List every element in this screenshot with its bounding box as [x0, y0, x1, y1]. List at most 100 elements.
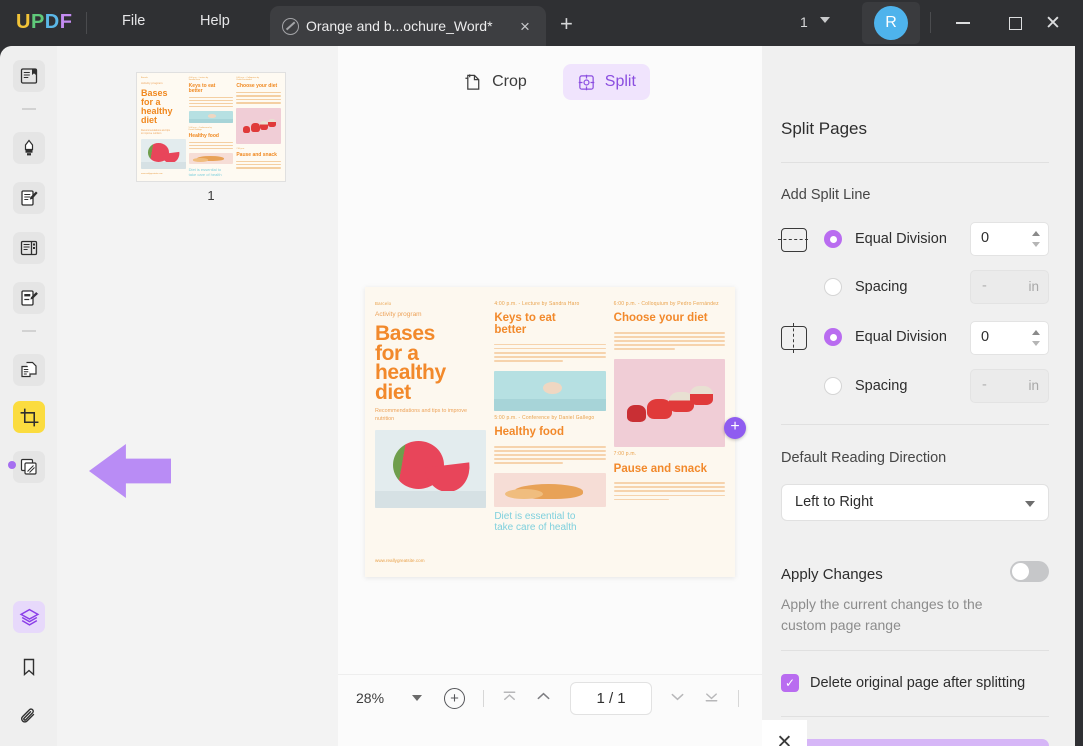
equal-division-label-vertical: Equal Division — [855, 329, 947, 345]
crop-split-toolbar: Crop Split — [338, 60, 762, 104]
next-page-button[interactable] — [669, 688, 686, 709]
equal-division-input-vertical[interactable]: 0 — [970, 321, 1049, 355]
avatar: R — [874, 6, 908, 40]
document-page[interactable]: Barcelo Activity program Bases for a hea… — [365, 287, 735, 577]
vertical-split-icon — [781, 326, 807, 350]
spacing-radio-vertical[interactable] — [824, 377, 842, 395]
sidebar-item-convert[interactable] — [13, 354, 45, 386]
brochure-subtitle: Activity program — [375, 311, 486, 319]
equal-division-value-vertical: 0 — [981, 329, 989, 345]
equal-division-row-horizontal[interactable]: Equal Division — [824, 230, 947, 248]
logo-letter-d: D — [45, 11, 60, 34]
spacing-input-horizontal[interactable]: - in — [970, 270, 1049, 304]
sidebar-item-edit-pdf[interactable] — [13, 182, 45, 214]
delete-original-checkbox[interactable]: ✓ — [781, 674, 799, 692]
add-horizontal-split-handle[interactable]: + — [724, 417, 746, 439]
stepper-up-icon-vertical[interactable] — [1032, 330, 1040, 335]
crop-button[interactable]: Crop — [450, 64, 541, 100]
zoom-level[interactable]: 28% — [356, 690, 384, 706]
sidebar-item-crop[interactable] — [13, 401, 45, 433]
split-action-button[interactable]: Split — [781, 739, 1049, 746]
sidebar-item-attachments[interactable] — [13, 701, 45, 733]
apply-changes-toggle[interactable] — [1010, 561, 1049, 582]
document-tab[interactable]: Orange and b...ochure_Word* × — [270, 6, 546, 46]
brochure-heading-keys-line-2: better — [494, 325, 605, 337]
sidebar-item-organize[interactable] — [13, 232, 45, 264]
chevron-down-icon[interactable] — [820, 17, 830, 23]
delete-original-row[interactable]: ✓ Delete original page after splitting — [781, 674, 1025, 692]
page-title: Split Pages — [781, 119, 867, 139]
close-split-panel-button[interactable]: ✕ — [762, 720, 807, 746]
minimize-icon — [956, 22, 970, 24]
logo-letter-f: F — [60, 11, 73, 34]
first-page-icon — [501, 688, 518, 705]
app-logo: U P D F — [16, 11, 72, 34]
reading-direction-select[interactable]: Left to Right — [781, 484, 1049, 521]
sidebar-item-fill-sign[interactable] — [13, 282, 45, 314]
document-tab-title: Orange and b...ochure_Word* — [306, 18, 516, 34]
menu-help[interactable]: Help — [200, 13, 230, 29]
previous-page-button[interactable] — [535, 688, 552, 709]
page-indicator[interactable]: 1 / 1 — [570, 682, 652, 715]
menu-file[interactable]: File — [122, 13, 145, 29]
last-page-button[interactable] — [703, 688, 720, 709]
spacing-input-vertical[interactable]: - in — [970, 369, 1049, 403]
spacing-unit-horizontal: in — [1028, 279, 1039, 294]
reading-direction-value: Left to Right — [795, 494, 873, 510]
close-window-button[interactable]: ✕ — [1038, 8, 1068, 38]
nav-divider-left — [483, 690, 484, 707]
equal-division-radio-horizontal[interactable] — [824, 230, 842, 248]
panel-divider-2 — [781, 424, 1049, 425]
sidebar-item-layers[interactable] — [13, 601, 45, 633]
thumbnail-preview: Barcelo Activity program Basesfor ahealt… — [137, 73, 285, 181]
spacing-radio-horizontal[interactable] — [824, 278, 842, 296]
close-icon[interactable]: × — [516, 18, 534, 35]
titlebar-divider — [86, 12, 87, 34]
brochure-title: Bases for a healthy diet — [375, 324, 486, 402]
first-page-button[interactable] — [501, 688, 518, 709]
equal-division-row-vertical[interactable]: Equal Division — [824, 328, 947, 346]
crop-icon — [19, 407, 40, 428]
edit-document-icon — [19, 188, 39, 208]
sidebar-item-annotate[interactable] — [13, 132, 45, 164]
stepper-down-icon-vertical[interactable] — [1032, 341, 1040, 346]
maximize-button[interactable] — [1000, 8, 1030, 38]
stepper-down-icon[interactable] — [1032, 242, 1040, 247]
panel-divider-1 — [781, 162, 1049, 163]
split-button[interactable]: Split — [563, 64, 650, 100]
split-button-label: Split — [605, 73, 636, 91]
rail-divider-2 — [22, 330, 36, 332]
brochure-teal-text: Diet is essential to take care of health — [494, 511, 605, 533]
spacing-row-vertical[interactable]: Spacing — [824, 377, 907, 395]
brochure-kicker: Barcelo — [375, 301, 486, 306]
spacing-label-vertical: Spacing — [855, 378, 907, 394]
stepper-up-icon[interactable] — [1032, 231, 1040, 236]
brochure-heading-keys: Keys to eat better — [494, 313, 605, 336]
convert-document-icon — [19, 360, 39, 380]
brochure-title-line-4: diet — [375, 383, 486, 403]
thumbnail-page-1[interactable]: Barcelo Activity program Basesfor ahealt… — [137, 73, 285, 181]
chevron-down-icon[interactable] — [412, 695, 422, 701]
sidebar-item-batch[interactable] — [13, 451, 45, 483]
brochure-meta-healthy: 5:00 p.m. - Conference by Daniel Gallego — [494, 415, 605, 422]
account-button[interactable]: R — [862, 2, 920, 44]
document-canvas: Crop Split Add Vertical Split Line + Bar… — [338, 46, 762, 746]
brochure-heading-healthy: Healthy food — [494, 427, 605, 439]
sidebar-item-reader[interactable] — [13, 60, 45, 92]
watermelon-image — [375, 430, 486, 508]
spacing-row-horizontal[interactable]: Spacing — [824, 278, 907, 296]
crop-page-icon — [464, 73, 483, 92]
sidebar-item-bookmarks[interactable] — [13, 651, 45, 683]
equal-division-input-horizontal[interactable]: 0 — [970, 222, 1049, 256]
last-page-icon — [703, 688, 720, 705]
minimize-button[interactable] — [948, 8, 978, 38]
equal-division-value-horizontal: 0 — [981, 230, 989, 246]
zoom-in-button[interactable]: + — [444, 688, 465, 709]
spacing-value-horizontal: - — [982, 278, 987, 294]
equal-division-radio-vertical[interactable] — [824, 328, 842, 346]
maximize-icon — [1009, 17, 1022, 30]
new-tab-button[interactable]: + — [560, 13, 573, 35]
highlighter-icon — [19, 138, 39, 158]
rail-collapse-handle[interactable] — [8, 461, 16, 469]
brochure-body-pause — [614, 482, 725, 502]
